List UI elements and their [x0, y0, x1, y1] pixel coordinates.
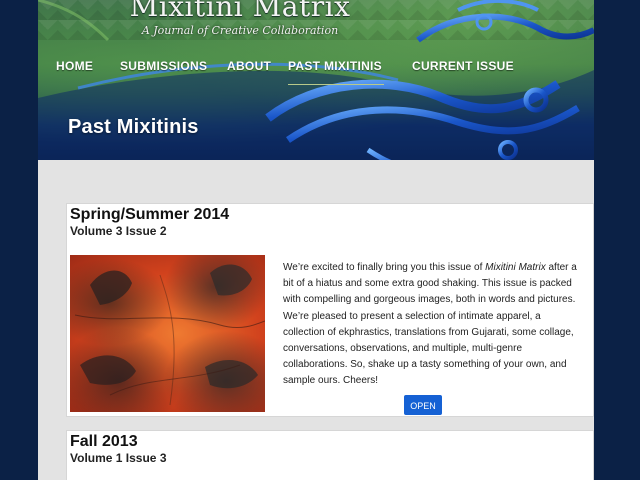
- description-text-end: after a bit of a hiatus and some extra g…: [283, 262, 577, 387]
- nav-home[interactable]: HOME: [56, 56, 93, 84]
- issue-card: Fall 2013 Volume 1 Issue 3: [66, 430, 594, 480]
- journal-name-italic: Mixitini Matrix: [485, 262, 546, 273]
- site-title[interactable]: Mixitini Matrix: [120, 0, 360, 23]
- site-tagline: A Journal of Creative Collaboration: [141, 24, 339, 37]
- nav-submissions[interactable]: SUBMISSIONS: [120, 56, 207, 84]
- nav-about[interactable]: ABOUT: [227, 56, 271, 84]
- page-title: Past Mixitinis: [68, 116, 199, 138]
- description-text-start: We’re excited to finally bring you this …: [283, 262, 486, 273]
- issue-description: We’re excited to finally bring you this …: [283, 260, 585, 390]
- page: Mixitini Matrix A Journal of Creative Co…: [38, 0, 594, 480]
- issue-title[interactable]: Spring/Summer 2014: [70, 206, 229, 224]
- cover-art: [74, 264, 265, 406]
- nav-current-issue[interactable]: CURRENT ISSUE: [412, 56, 514, 84]
- site-header: Mixitini Matrix A Journal of Creative Co…: [38, 0, 594, 160]
- issue-volume: Volume 1 Issue 3: [70, 451, 167, 465]
- open-button[interactable]: OPEN: [404, 395, 442, 415]
- nav-past-mixitinis[interactable]: PAST MIXITINIS: [288, 56, 384, 85]
- issue-volume: Volume 3 Issue 2: [70, 224, 167, 238]
- issue-title[interactable]: Fall 2013: [70, 433, 138, 451]
- issue-cover-image[interactable]: [70, 255, 265, 412]
- main-nav: HOME SUBMISSIONS ABOUT PAST MIXITINIS CU…: [38, 56, 594, 86]
- issue-card: Spring/Summer 2014 Volume 3 Issue 2 We’r…: [66, 203, 594, 417]
